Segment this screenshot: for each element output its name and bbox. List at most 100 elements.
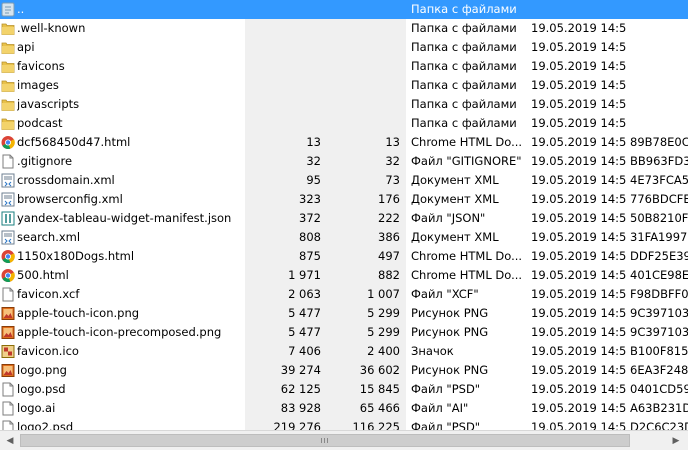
file-row[interactable]: apple-touch-icon.png 5 477 5 299 Рисунок PN… [0,304,688,323]
file-crc: 9C397103 [630,325,688,339]
file-name: podcast [17,116,63,130]
file-size [245,19,321,38]
file-type: Рисунок PNG [411,325,489,339]
file-packed-size [321,38,400,57]
file-size [245,38,321,57]
file-crc: BB963FD3 [630,154,688,168]
file-name: logo.psd [17,382,66,396]
file-row[interactable]: .. Папка с файлами [0,0,688,19]
xml-file-icon [1,192,15,207]
file-row[interactable]: logo.ai 83 928 65 466 Файл "AI" 19.05.2019 1… [0,399,688,418]
file-row[interactable]: dcf568450d47.html 13 13 Chrome HTML Do... 19… [0,133,688,152]
file-crc: 6EA3F248 [630,363,688,377]
file-name: .. [17,2,25,16]
file-packed-size: 497 [378,249,400,263]
file-row[interactable]: javascripts Папка с файлами 19.05.2019 14:… [0,95,688,114]
file-crc [630,76,688,95]
file-packed-size [321,95,400,114]
file-crc: 401CE98E [630,268,688,282]
file-modified-date: 19.05.2019 14:52 [531,40,627,54]
file-packed-size [321,57,400,76]
file-row[interactable]: api Папка с файлами 19.05.2019 14:52 [0,38,688,57]
file-size: 13 [306,135,321,149]
file-packed-size: 5 299 [367,306,400,320]
file-crc: B100F815 [630,344,688,358]
file-type: Папка с файлами [411,40,517,54]
file-icon [1,401,15,416]
file-type: Папка с файлами [411,116,517,130]
file-crc: A63B231D [630,401,688,415]
file-type: Рисунок PNG [411,363,489,377]
file-packed-size: 15 845 [359,382,400,396]
file-modified-date: 19.05.2019 14:52 [531,78,627,92]
file-type: Chrome HTML Do... [411,135,523,149]
file-packed-size: 36 602 [359,363,400,377]
file-packed-size [321,76,400,95]
file-name: .well-known [17,21,86,35]
file-packed-size: 222 [378,211,400,225]
file-size: 32 [306,154,321,168]
file-crc [630,38,688,57]
file-packed-size: 65 466 [359,401,400,415]
xml-file-icon [1,173,15,188]
file-row[interactable]: apple-touch-icon-precomposed.png 5 477 5 2… [0,323,688,342]
scroll-thumb[interactable] [20,434,630,447]
file-size: 2 063 [288,287,321,301]
file-row[interactable]: search.xml 808 386 Документ XML 19.05.2019 1… [0,228,688,247]
file-row[interactable]: .gitignore 32 32 Файл "GITIGNORE" 19.05.2019… [0,152,688,171]
file-row[interactable]: 1150x180Dogs.html 875 497 Chrome HTML Do...… [0,247,688,266]
file-type: Документ XML [411,192,499,206]
file-row[interactable]: browserconfig.xml 323 176 Документ XML 19.05… [0,190,688,209]
file-row[interactable]: crossdomain.xml 95 73 Документ XML 19.05.201… [0,171,688,190]
file-row[interactable]: images Папка с файлами 19.05.2019 14:52 [0,76,688,95]
file-name: search.xml [17,230,81,244]
file-type: Папка с файлами [411,21,517,35]
file-row[interactable]: favicon.ico 7 406 2 400 Значок 19.05.2019 14… [0,342,688,361]
file-packed-size: 882 [378,268,400,282]
file-name: logo2.psd [17,420,74,430]
file-icon [1,382,15,397]
file-row[interactable]: logo2.psd 219 276 116 225 Файл "PSD" 19.05.2… [0,418,688,430]
file-row[interactable]: podcast Папка с файлами 19.05.2019 14:52 [0,114,688,133]
file-name: javascripts [17,97,80,111]
file-modified-date: 19.05.2019 14:52 [531,211,627,225]
file-row[interactable]: logo.png 39 274 36 602 Рисунок PNG 19.05.201… [0,361,688,380]
file-name: 1150x180Dogs.html [17,249,135,263]
file-name: browserconfig.xml [17,192,123,206]
file-row[interactable]: yandex-tableau-widget-manifest.json 372 22… [0,209,688,228]
file-type: Файл "XCF" [411,287,479,301]
png-image-icon [1,325,15,340]
file-packed-size: 13 [385,135,400,149]
file-list[interactable]: .. Папка с файлами .well-known Папка с файл… [0,0,688,430]
file-row[interactable]: logo.psd 62 125 15 845 Файл "PSD" 19.05.2019… [0,380,688,399]
file-size [245,95,321,114]
file-crc: 9C397103 [630,306,688,320]
file-name: favicon.xcf [17,287,80,301]
file-type: Файл "GITIGNORE" [411,154,522,168]
file-size: 219 276 [273,420,321,430]
file-modified-date: 19.05.2019 14:52 [531,21,627,35]
folder-icon [1,21,15,36]
file-row[interactable]: favicons Папка с файлами 19.05.2019 14:52 [0,57,688,76]
file-type: Файл "PSD" [411,420,481,430]
file-row[interactable]: .well-known Папка с файлами 19.05.2019 14:… [0,19,688,38]
file-type: Файл "AI" [411,401,469,415]
file-size: 83 928 [280,401,321,415]
file-modified-date: 19.05.2019 14:52 [531,97,627,111]
file-modified-date: 19.05.2019 14:52 [531,173,627,187]
file-crc: 4E73FCA5 [630,173,688,187]
file-row[interactable]: favicon.xcf 2 063 1 007 Файл "XCF" 19.05.201… [0,285,688,304]
file-size [245,57,321,76]
folder-icon [1,78,15,93]
file-row[interactable]: 500.html 1 971 882 Chrome HTML Do... 19.05.2… [0,266,688,285]
file-size: 95 [306,173,321,187]
file-name: 500.html [17,268,69,282]
scroll-right-arrow-icon[interactable]: ▶ [668,433,684,449]
file-crc [630,95,688,114]
file-crc: 31FA1997 [630,230,688,244]
file-modified-date: 19.05.2019 14:52 [531,344,627,358]
horizontal-scrollbar[interactable]: ◀ ▶ [0,430,688,450]
file-packed-size: 2 400 [367,344,400,358]
scroll-left-arrow-icon[interactable]: ◀ [2,433,18,449]
file-name: .gitignore [17,154,73,168]
